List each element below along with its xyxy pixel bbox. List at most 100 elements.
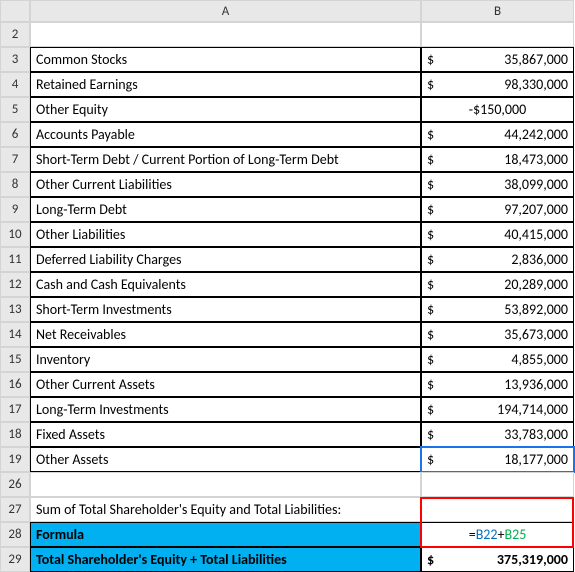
cell-value: 35,673,000 bbox=[504, 326, 568, 343]
cell-a15[interactable]: Inventory bbox=[30, 347, 421, 372]
cell-b19[interactable]: $18,177,000 bbox=[421, 447, 574, 472]
row-header-2[interactable]: 2 bbox=[0, 22, 30, 47]
currency-symbol: $ bbox=[427, 51, 434, 68]
currency-symbol: $ bbox=[427, 276, 434, 293]
currency-symbol: $ bbox=[427, 151, 434, 168]
cell-b5[interactable]: -$150,000 bbox=[421, 97, 574, 122]
row-header-6[interactable]: 6 bbox=[0, 122, 30, 147]
row-header-15[interactable]: 15 bbox=[0, 347, 30, 372]
cell-b29-total-value[interactable]: $ 375,319,000 bbox=[421, 547, 574, 572]
currency-symbol: $ bbox=[427, 551, 434, 568]
cell-b27[interactable] bbox=[421, 497, 574, 522]
cell-value: 97,207,000 bbox=[504, 201, 568, 218]
column-header-a[interactable]: A bbox=[30, 0, 421, 22]
cell-a27[interactable]: Sum of Total Shareholder's Equity and To… bbox=[30, 497, 421, 522]
cell-value: 53,892,000 bbox=[504, 301, 568, 318]
cell-value: 4,855,000 bbox=[511, 351, 568, 368]
cell-value: 18,473,000 bbox=[504, 151, 568, 168]
cell-a9[interactable]: Long-Term Debt bbox=[30, 197, 421, 222]
cell-b18[interactable]: $33,783,000 bbox=[421, 422, 574, 447]
cell-a11[interactable]: Deferred Liability Charges bbox=[30, 247, 421, 272]
row-header-18[interactable]: 18 bbox=[0, 422, 30, 447]
cell-a12[interactable]: Cash and Cash Equivalents bbox=[30, 272, 421, 297]
cell-value: 194,714,000 bbox=[497, 401, 568, 418]
cell-b6[interactable]: $44,242,000 bbox=[421, 122, 574, 147]
row-header-17[interactable]: 17 bbox=[0, 397, 30, 422]
cell-b14[interactable]: $35,673,000 bbox=[421, 322, 574, 347]
cell-a16[interactable]: Other Current Assets bbox=[30, 372, 421, 397]
cell-a18[interactable]: Fixed Assets bbox=[30, 422, 421, 447]
row-header-28[interactable]: 28 bbox=[0, 522, 30, 547]
row-header-4[interactable]: 4 bbox=[0, 72, 30, 97]
cell-b8[interactable]: $38,099,000 bbox=[421, 172, 574, 197]
select-all-corner[interactable] bbox=[0, 0, 30, 22]
formula-plus: + bbox=[498, 526, 505, 543]
row-header-9[interactable]: 9 bbox=[0, 197, 30, 222]
row-header-29[interactable]: 29 bbox=[0, 547, 30, 572]
cell-value: 98,330,000 bbox=[504, 76, 568, 93]
cell-a29-total-label[interactable]: Total Shareholder's Equity + Total Liabi… bbox=[30, 547, 421, 572]
cell-a7[interactable]: Short-Term Debt / Current Portion of Lon… bbox=[30, 147, 421, 172]
currency-symbol: $ bbox=[427, 226, 434, 243]
cell-b17[interactable]: $194,714,000 bbox=[421, 397, 574, 422]
cell-value: 35,867,000 bbox=[504, 51, 568, 68]
cell-a26[interactable] bbox=[30, 472, 421, 497]
row-header-12[interactable]: 12 bbox=[0, 272, 30, 297]
row-header-27[interactable]: 27 bbox=[0, 497, 30, 522]
row-header-13[interactable]: 13 bbox=[0, 297, 30, 322]
total-value: 375,319,000 bbox=[497, 551, 568, 568]
cell-b7[interactable]: $18,473,000 bbox=[421, 147, 574, 172]
cell-a8[interactable]: Other Current Liabilities bbox=[30, 172, 421, 197]
cell-b2[interactable] bbox=[421, 22, 574, 47]
cell-b15[interactable]: $4,855,000 bbox=[421, 347, 574, 372]
row-header-26[interactable]: 26 bbox=[0, 472, 30, 497]
cell-a17[interactable]: Long-Term Investments bbox=[30, 397, 421, 422]
cell-a3[interactable]: Common Stocks bbox=[30, 47, 421, 72]
row-header-8[interactable]: 8 bbox=[0, 172, 30, 197]
cell-b3[interactable]: $35,867,000 bbox=[421, 47, 574, 72]
column-header-b[interactable]: B bbox=[421, 0, 574, 22]
row-header-11[interactable]: 11 bbox=[0, 247, 30, 272]
cell-b16[interactable]: $13,936,000 bbox=[421, 372, 574, 397]
cell-b28-formula[interactable]: =B22+B25 bbox=[421, 522, 574, 547]
cell-value: 2,836,000 bbox=[511, 251, 568, 268]
currency-symbol: $ bbox=[427, 326, 434, 343]
cell-b13[interactable]: $53,892,000 bbox=[421, 297, 574, 322]
row-header-10[interactable]: 10 bbox=[0, 222, 30, 247]
currency-symbol: $ bbox=[427, 251, 434, 268]
currency-symbol: $ bbox=[427, 401, 434, 418]
cell-value: 44,242,000 bbox=[504, 126, 568, 143]
row-header-14[interactable]: 14 bbox=[0, 322, 30, 347]
cell-value: 20,289,000 bbox=[504, 276, 568, 293]
cell-a4[interactable]: Retained Earnings bbox=[30, 72, 421, 97]
cell-b4[interactable]: $98,330,000 bbox=[421, 72, 574, 97]
cell-a5[interactable]: Other Equity bbox=[30, 97, 421, 122]
currency-symbol: $ bbox=[427, 126, 434, 143]
cell-a6[interactable]: Accounts Payable bbox=[30, 122, 421, 147]
currency-symbol: $ bbox=[427, 176, 434, 193]
cell-value: 18,177,000 bbox=[504, 451, 568, 468]
cell-value: 38,099,000 bbox=[504, 176, 568, 193]
cell-a13[interactable]: Short-Term Investments bbox=[30, 297, 421, 322]
cell-a28-formula-label[interactable]: Formula bbox=[30, 522, 421, 547]
row-header-19[interactable]: 19 bbox=[0, 447, 30, 472]
currency-symbol: $ bbox=[427, 376, 434, 393]
currency-symbol: $ bbox=[427, 451, 434, 468]
cell-b12[interactable]: $20,289,000 bbox=[421, 272, 574, 297]
cell-b26[interactable] bbox=[421, 472, 574, 497]
cell-b11[interactable]: $2,836,000 bbox=[421, 247, 574, 272]
cell-a14[interactable]: Net Receivables bbox=[30, 322, 421, 347]
cell-a10[interactable]: Other Liabilities bbox=[30, 222, 421, 247]
cell-b9[interactable]: $97,207,000 bbox=[421, 197, 574, 222]
spreadsheet: A B 2 3Common Stocks$35,867,0004Retained… bbox=[0, 0, 574, 572]
row-header-5[interactable]: 5 bbox=[0, 97, 30, 122]
row-header-16[interactable]: 16 bbox=[0, 372, 30, 397]
cell-a19[interactable]: Other Assets bbox=[30, 447, 421, 472]
row-header-7[interactable]: 7 bbox=[0, 147, 30, 172]
currency-symbol: $ bbox=[427, 201, 434, 218]
formula-ref-b25: B25 bbox=[504, 526, 526, 543]
cell-a2[interactable] bbox=[30, 22, 421, 47]
row-header-3[interactable]: 3 bbox=[0, 47, 30, 72]
currency-symbol: $ bbox=[427, 301, 434, 318]
cell-b10[interactable]: $40,415,000 bbox=[421, 222, 574, 247]
